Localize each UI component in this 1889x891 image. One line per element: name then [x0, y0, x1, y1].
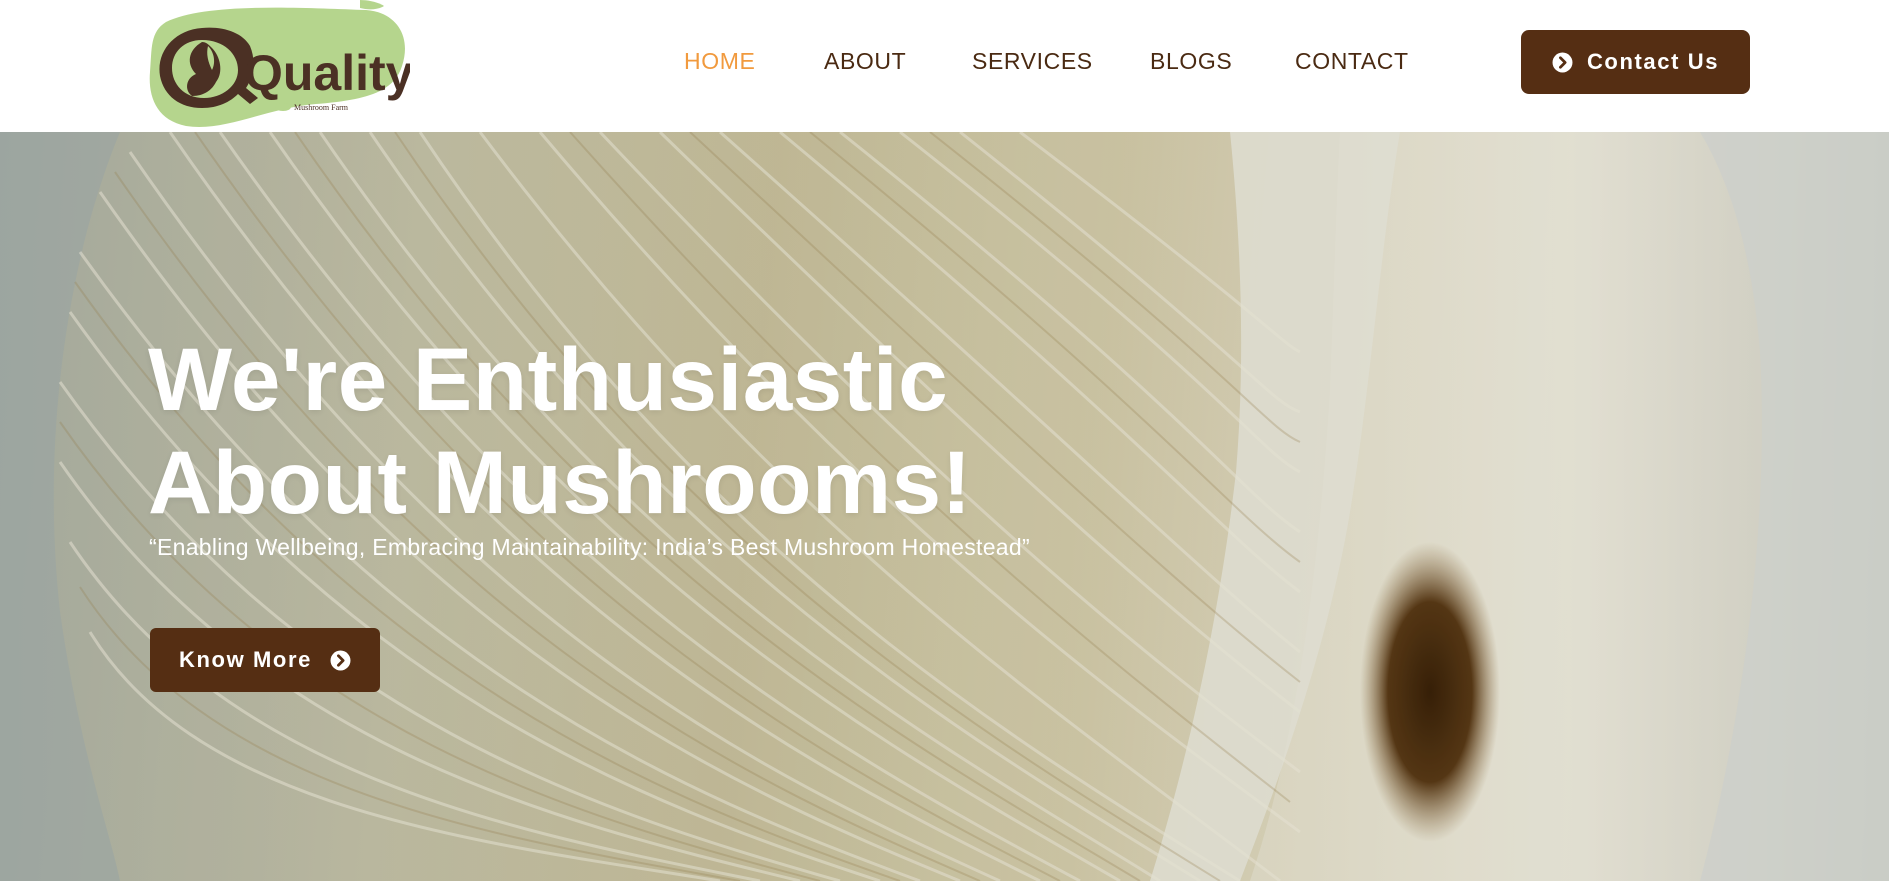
nav-item-services[interactable]: SERVICES [972, 46, 1093, 76]
page-bottom-edge [0, 881, 1889, 891]
chevron-circle-right-icon [330, 650, 351, 671]
hero-subtitle: “Enabling Wellbeing, Embracing Maintaina… [149, 534, 1030, 560]
site-header: Quality Mushroom Farm HOME ABOUT SERVICE… [0, 0, 1889, 132]
hero-section: We're Enthusiastic About Mushrooms! “Ena… [0, 132, 1889, 881]
contact-us-button[interactable]: Contact Us [1521, 30, 1750, 94]
know-more-button[interactable]: Know More [150, 628, 380, 692]
contact-us-label: Contact Us [1586, 49, 1720, 74]
hero-title: We're Enthusiastic About Mushrooms! [148, 328, 1148, 534]
nav-item-blogs[interactable]: BLOGS [1150, 46, 1232, 76]
nav-item-home[interactable]: HOME [684, 46, 755, 76]
know-more-label: Know More [179, 647, 312, 672]
hero-title-line-1: We're Enthusiastic [148, 329, 949, 429]
nav-item-about[interactable]: ABOUT [824, 46, 906, 76]
chevron-circle-right-icon [1552, 52, 1573, 73]
nav-item-contact[interactable]: CONTACT [1295, 46, 1409, 76]
hero-title-line-2: About Mushrooms! [148, 432, 972, 532]
